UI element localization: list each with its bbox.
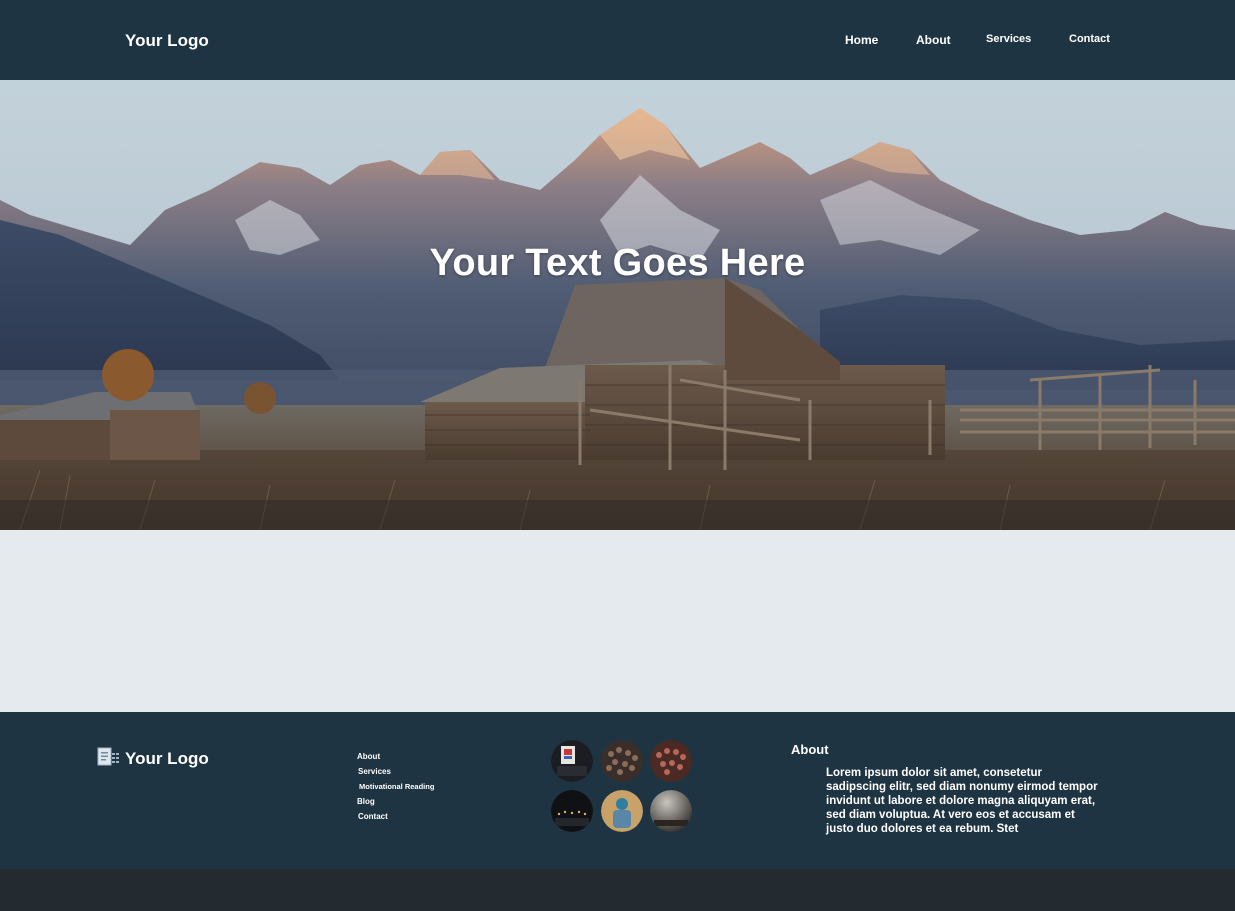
footer-link-about[interactable]: About bbox=[357, 752, 517, 767]
nav-about[interactable]: About bbox=[916, 33, 951, 47]
content-section bbox=[0, 530, 1235, 712]
hero-title: Your Text Goes Here bbox=[429, 242, 806, 284]
hero-banner: Your Text Goes Here bbox=[0, 80, 1235, 530]
footer-link-services[interactable]: Services bbox=[357, 767, 517, 782]
footer-link-contact[interactable]: Contact bbox=[357, 812, 517, 827]
footer-link-blog[interactable]: Blog bbox=[357, 797, 517, 812]
footer-link-motivational-reading[interactable]: Motivational Reading bbox=[357, 782, 517, 797]
nav-services[interactable]: Services bbox=[986, 33, 1031, 45]
header-logo[interactable]: Your Logo bbox=[125, 31, 209, 51]
hero-background-image bbox=[0, 80, 1235, 530]
gallery-thumb-person[interactable] bbox=[601, 790, 643, 832]
nav-home[interactable]: Home bbox=[845, 33, 878, 47]
gallery-thumb-crowd-1[interactable] bbox=[601, 740, 643, 782]
footer-logo[interactable]: Your Logo bbox=[125, 749, 209, 769]
footer-about-text: Lorem ipsum dolor sit amet, consetetur s… bbox=[826, 767, 1098, 835]
gallery-thumb-crowd-2[interactable] bbox=[650, 740, 692, 782]
footer-links: About Services Motivational Reading Blog… bbox=[357, 752, 517, 827]
footer-gallery bbox=[551, 740, 701, 835]
gallery-thumb-stage[interactable] bbox=[551, 790, 593, 832]
bottom-bar bbox=[0, 869, 1235, 911]
site-footer: Your Logo About Services Motivational Re… bbox=[0, 712, 1235, 869]
nav-contact[interactable]: Contact bbox=[1069, 33, 1110, 45]
gallery-thumb-hall[interactable] bbox=[650, 790, 692, 832]
gallery-thumb-event[interactable] bbox=[551, 740, 593, 782]
site-header: Your Logo Home About Services Contact bbox=[0, 0, 1235, 80]
document-icon bbox=[97, 747, 119, 766]
footer-about-heading: About bbox=[791, 742, 829, 757]
